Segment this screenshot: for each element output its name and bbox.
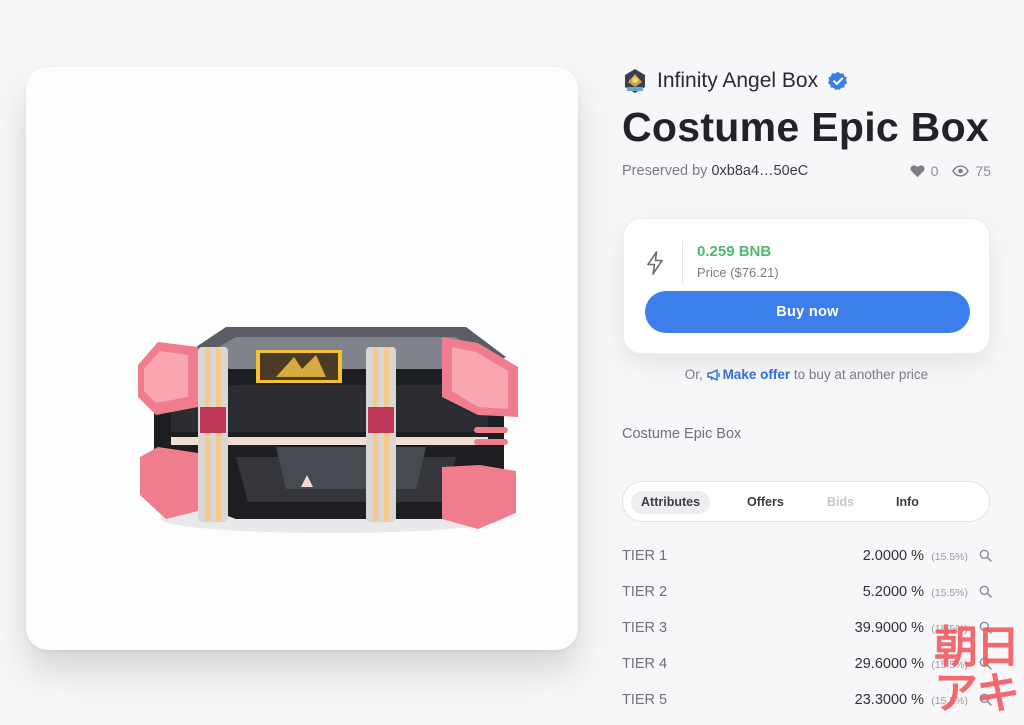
item-title: Costume Epic Box	[622, 104, 990, 150]
attribute-name: TIER 5	[622, 692, 668, 708]
tab-attributes[interactable]: Attributes	[631, 491, 711, 514]
price-value: 0.259 BNB	[697, 243, 772, 260]
price-card: 0.259 BNB Price ($76.21) Buy now	[623, 218, 990, 354]
owner-address-link[interactable]: 0xb8a4…50eC	[711, 163, 808, 179]
stats-row: 0 75	[910, 163, 991, 179]
attribute-value: 2.0000 %	[862, 548, 924, 564]
watermark-line-1: 朝日	[934, 622, 1020, 673]
eye-icon	[952, 165, 970, 177]
offer-suffix: to buy at another price	[793, 367, 929, 382]
offer-prefix: Or,	[684, 367, 703, 382]
attribute-value: 5.2000 %	[862, 584, 924, 600]
attribute-share: (15.5%)	[931, 551, 968, 563]
search-icon[interactable]	[979, 585, 992, 598]
views-stat: 75	[952, 163, 991, 179]
make-offer-link[interactable]: Make offer	[706, 367, 794, 382]
owner-prefix: Preserved by	[622, 163, 708, 179]
attribute-name: TIER 1	[622, 548, 668, 564]
watermark-line-2: アキ	[934, 668, 1020, 719]
owner-row: Preserved by 0xb8a4…50eC	[622, 163, 808, 179]
make-offer-row: Or, Make offer to buy at another price	[623, 367, 990, 382]
angel-box-logo-icon	[625, 69, 645, 93]
details-tabs: Attributes Offers Bids Info	[622, 481, 990, 522]
collection-name[interactable]: Infinity Angel Box	[657, 69, 818, 93]
collection-row[interactable]: Infinity Angel Box	[623, 68, 848, 94]
verified-badge-icon	[828, 71, 848, 90]
attribute-value: 29.6000 %	[854, 656, 924, 672]
likes-stat[interactable]: 0	[910, 163, 939, 179]
attribute-name: TIER 3	[622, 620, 668, 636]
heart-icon	[910, 165, 925, 178]
lightning-bolt-icon	[647, 251, 663, 275]
item-description: Costume Epic Box	[622, 426, 742, 442]
attribute-share: (15.5%)	[931, 587, 968, 599]
buy-now-button[interactable]: Buy now	[645, 291, 970, 333]
attribute-value: 39.9000 %	[854, 620, 924, 636]
tab-offers[interactable]: Offers	[747, 491, 784, 514]
watermark: 朝日 アキ	[934, 622, 1020, 719]
attribute-row: TIER 2 5.2000 % (15.5%)	[622, 582, 992, 604]
item-image-card[interactable]	[26, 67, 578, 650]
price-label: Price ($76.21)	[697, 265, 779, 280]
search-icon[interactable]	[979, 549, 992, 562]
views-count: 75	[975, 163, 991, 179]
attribute-row: TIER 1 2.0000 % (15.5%)	[622, 546, 992, 568]
make-offer-label[interactable]: Make offer	[723, 367, 791, 382]
tab-bids[interactable]: Bids	[827, 491, 854, 514]
attribute-name: TIER 4	[622, 656, 668, 672]
attribute-value: 23.3000 %	[854, 692, 924, 708]
attribute-name: TIER 2	[622, 584, 668, 600]
likes-count: 0	[930, 163, 939, 179]
megaphone-icon	[706, 369, 720, 381]
costume-chest-image	[138, 327, 518, 533]
tab-info[interactable]: Info	[896, 491, 919, 514]
price-divider	[682, 241, 683, 283]
